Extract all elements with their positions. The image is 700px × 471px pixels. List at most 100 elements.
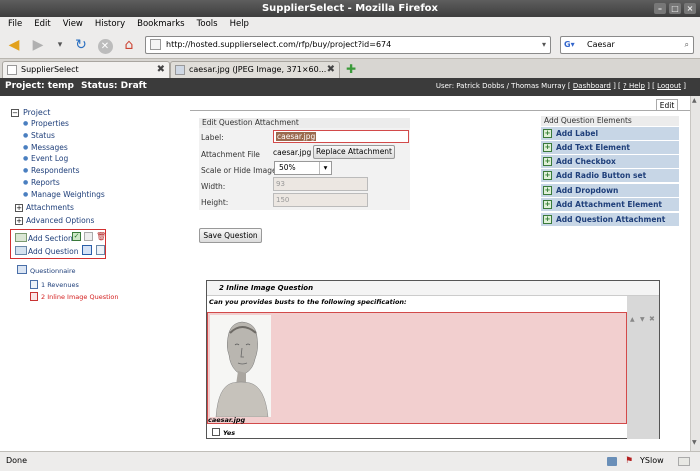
- selected-attachment[interactable]: [207, 312, 627, 424]
- bullet-icon: ●: [23, 120, 29, 127]
- elements-title: Add Question Elements: [541, 116, 679, 126]
- move-up-icon[interactable]: ▲: [630, 316, 635, 323]
- forward-icon[interactable]: ▶: [28, 36, 48, 54]
- check-icon[interactable]: ✓: [72, 232, 81, 241]
- maximize-icon[interactable]: □: [669, 3, 681, 14]
- addon-icon[interactable]: [678, 457, 690, 466]
- add-section-link[interactable]: Add Section: [28, 234, 73, 243]
- collapse-icon[interactable]: −: [11, 109, 19, 117]
- sidebar-item-q2[interactable]: 2 Inline Image Question: [41, 293, 119, 301]
- add-question-attachment-button[interactable]: + Add Question Attachment: [541, 213, 679, 226]
- yslow-icon[interactable]: ⚑: [625, 452, 633, 470]
- status-bar: Done ⚑ YSlow: [0, 451, 700, 471]
- menu-history[interactable]: History: [95, 17, 125, 32]
- expand-icon[interactable]: +: [15, 204, 23, 212]
- yslow-label[interactable]: YSlow: [640, 452, 664, 470]
- sidebar-item-event-log[interactable]: Event Log: [31, 154, 68, 163]
- scale-select[interactable]: 50% ▾: [274, 161, 332, 175]
- vertical-scrollbar[interactable]: ▲ ▼: [690, 96, 700, 451]
- scroll-up-icon[interactable]: ▲: [692, 97, 697, 104]
- scroll-down-icon[interactable]: ▼: [692, 439, 697, 446]
- sidebar-item-status[interactable]: Status: [31, 131, 55, 140]
- bullet-icon: ●: [23, 179, 29, 186]
- menu-help[interactable]: Help: [230, 17, 249, 32]
- label-input[interactable]: caesar.jpg: [273, 130, 409, 143]
- page-icon: [7, 65, 17, 75]
- search-icon[interactable]: ⌕: [685, 37, 689, 53]
- menu-bookmarks[interactable]: Bookmarks: [137, 17, 185, 32]
- copy-icon[interactable]: [84, 232, 93, 241]
- scale-select-value: 50%: [279, 163, 296, 172]
- sidebar-item-q1[interactable]: 1 Revenues: [41, 281, 79, 289]
- tab-supplierselect[interactable]: SupplierSelect ✖: [2, 61, 170, 79]
- add-checkbox-button[interactable]: + Add Checkbox: [541, 155, 679, 168]
- expand-icon[interactable]: +: [15, 217, 23, 225]
- menu-tools[interactable]: Tools: [197, 17, 218, 32]
- menu-file[interactable]: File: [8, 17, 22, 32]
- url-dropdown-icon[interactable]: ▾: [542, 37, 546, 53]
- save-question-button[interactable]: Save Question: [199, 228, 262, 243]
- minimize-icon[interactable]: –: [654, 3, 666, 14]
- tab-caesar-image[interactable]: caesar.jpg (JPEG Image, 371×60... ✖: [170, 61, 340, 79]
- question-tools-panel: ▲ ▼ ✖: [627, 296, 659, 439]
- width-label: Width:: [201, 182, 226, 191]
- add-attachment-element-button[interactable]: + Add Attachment Element: [541, 198, 679, 211]
- add-radio-button-set-button[interactable]: + Add Radio Button set: [541, 169, 679, 182]
- stop-icon[interactable]: ✕: [97, 39, 113, 54]
- sidebar-item-questionnaire[interactable]: Questionnaire: [30, 267, 76, 275]
- delete-icon[interactable]: 🗑: [96, 232, 106, 241]
- project-status: Status: Draft: [81, 81, 147, 91]
- google-icon[interactable]: G▾: [564, 39, 582, 51]
- sidebar-item-project[interactable]: Project: [23, 108, 50, 117]
- bullet-icon: ●: [23, 191, 29, 198]
- search-bar[interactable]: G▾ Caesar ⌕: [560, 36, 694, 54]
- addon-icon[interactable]: [607, 457, 617, 466]
- sidebar-item-manage-weightings[interactable]: Manage Weightings: [31, 190, 105, 199]
- replace-attachment-button[interactable]: Replace Attachment: [313, 145, 395, 159]
- tab-close-icon[interactable]: ✖: [157, 62, 165, 78]
- add-checkbox-text: Add Checkbox: [556, 157, 616, 166]
- move-down-icon[interactable]: ▼: [640, 316, 645, 323]
- add-attachment-element-text: Add Attachment Element: [556, 200, 663, 209]
- page-icon[interactable]: [96, 245, 105, 255]
- close-icon[interactable]: ×: [684, 3, 696, 14]
- menu-edit[interactable]: Edit: [34, 17, 50, 32]
- status-text: Done: [6, 456, 28, 465]
- add-label-button[interactable]: + Add Label: [541, 127, 679, 140]
- window-controls: – □ ×: [654, 3, 696, 14]
- add-question-link[interactable]: Add Question: [28, 247, 78, 256]
- delete-icon[interactable]: ✖: [649, 315, 655, 323]
- dashboard-link[interactable]: Dashboard: [573, 82, 611, 90]
- scale-label: Scale or Hide Image: [201, 166, 277, 175]
- width-input[interactable]: 93: [273, 177, 368, 191]
- history-dropdown-icon[interactable]: ▾: [50, 36, 70, 54]
- back-icon[interactable]: ◀: [4, 36, 24, 54]
- duplicate-icon[interactable]: [82, 245, 92, 255]
- sidebar-item-reports[interactable]: Reports: [31, 178, 60, 187]
- menu-view[interactable]: View: [63, 17, 83, 32]
- add-text-element-button[interactable]: + Add Text Element: [541, 141, 679, 154]
- sidebar-item-properties[interactable]: Properties: [31, 119, 69, 128]
- sidebar-item-attachments[interactable]: Attachments: [26, 203, 74, 212]
- yes-checkbox[interactable]: [212, 428, 220, 436]
- reload-icon[interactable]: ↻: [71, 36, 91, 54]
- tab-close-icon[interactable]: ✖: [327, 62, 335, 78]
- url-bar[interactable]: http://hosted.supplierselect.com/rfp/buy…: [145, 36, 551, 54]
- add-dropdown-button[interactable]: + Add Dropdown: [541, 184, 679, 197]
- sidebar-item-advanced-options[interactable]: Advanced Options: [26, 216, 94, 225]
- new-tab-icon[interactable]: ✚: [346, 62, 356, 76]
- sidebar-item-messages[interactable]: Messages: [31, 143, 68, 152]
- add-icon: +: [543, 129, 552, 138]
- home-icon[interactable]: ⌂: [119, 36, 139, 54]
- help-link[interactable]: ? Help: [623, 82, 645, 90]
- divider: [190, 110, 690, 111]
- height-input[interactable]: 150: [273, 193, 368, 207]
- chevron-down-icon: ▾: [319, 162, 331, 174]
- bullet-icon: ●: [23, 132, 29, 139]
- label-input-value: caesar.jpg: [276, 132, 317, 141]
- logout-link[interactable]: Logout: [657, 82, 681, 90]
- caesar-bust-image: [210, 315, 271, 417]
- sidebar-item-respondents[interactable]: Respondents: [31, 166, 79, 175]
- tab-label: SupplierSelect: [21, 65, 79, 74]
- bullet-icon: ●: [23, 144, 29, 151]
